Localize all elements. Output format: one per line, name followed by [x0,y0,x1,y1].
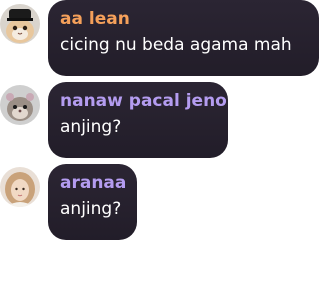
message-text: cicing nu beda agama mah [60,35,292,55]
message-text: anjing? [60,117,122,137]
cat-with-hat-avatar[interactable] [0,4,40,44]
hamster-avatar[interactable] [0,85,40,125]
message-bubble: aa lean cicing nu beda agama mah [48,0,319,76]
author-name[interactable]: aa lean [60,8,307,30]
author-name[interactable]: nanaw pacal jeno [60,90,227,112]
person-avatar[interactable] [0,167,40,207]
author-name[interactable]: aranaa [60,172,126,194]
message-bubble: aranaa anjing? [48,164,137,240]
message-bubble: nanaw pacal jeno anjing? [48,82,228,158]
message-text: anjing? [60,199,122,219]
